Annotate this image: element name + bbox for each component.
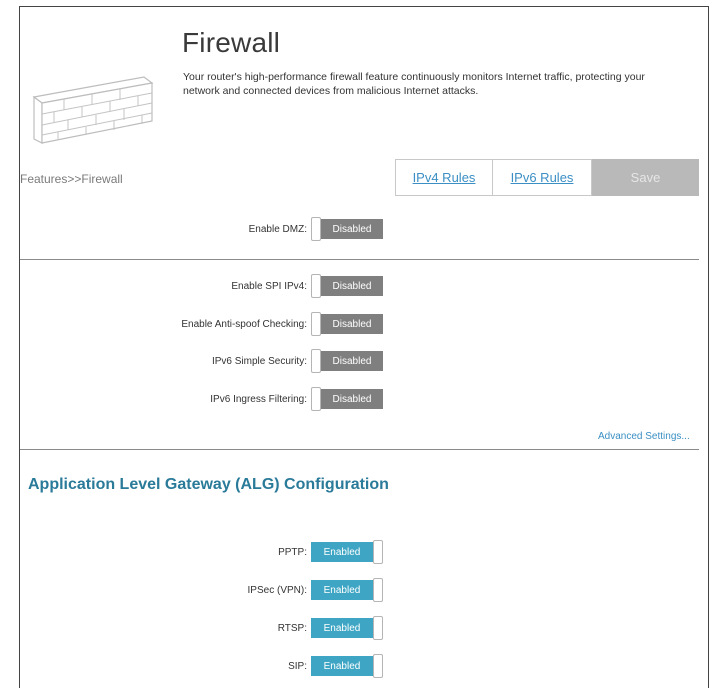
setting-row-ipv6-simple-security: IPv6 Simple Security: Disabled xyxy=(20,349,383,373)
toggle-state: Enabled xyxy=(311,542,373,562)
toggle-knob xyxy=(373,540,383,564)
alg-row-ipsec: IPSec (VPN): Enabled xyxy=(20,578,383,602)
section-divider xyxy=(20,259,699,260)
pptp-label: PPTP: xyxy=(278,546,307,558)
toggle-knob xyxy=(311,387,321,411)
toggle-state: Disabled xyxy=(321,276,383,296)
toggle-state: Enabled xyxy=(311,656,373,676)
breadcrumb[interactable]: Features>>Firewall xyxy=(20,172,123,186)
toggle-knob xyxy=(311,349,321,373)
page-title: Firewall xyxy=(182,27,281,58)
rtsp-label: RTSP: xyxy=(277,622,307,634)
alg-row-rtsp: RTSP: Enabled xyxy=(20,616,383,640)
toggle-state: Disabled xyxy=(321,389,383,409)
toggle-state: Disabled xyxy=(321,219,383,239)
sip-toggle[interactable]: Enabled xyxy=(311,654,383,678)
toggle-knob xyxy=(373,654,383,678)
toggle-knob xyxy=(311,274,321,298)
save-button[interactable]: Save xyxy=(592,159,699,196)
setting-row-dmz: Enable DMZ: Disabled xyxy=(20,217,383,241)
advanced-settings-link[interactable]: Advanced Settings... xyxy=(598,431,690,442)
ipv6-ingress-filtering-label: IPv6 Ingress Filtering: xyxy=(210,393,307,405)
ipsec-label: IPSec (VPN): xyxy=(247,584,307,596)
spi-ipv4-toggle[interactable]: Disabled xyxy=(311,274,383,298)
dmz-label: Enable DMZ: xyxy=(248,223,307,235)
ipv6-simple-security-label: IPv6 Simple Security: xyxy=(211,355,307,367)
rtsp-toggle[interactable]: Enabled xyxy=(311,616,383,640)
section-divider xyxy=(20,449,699,450)
alg-section-title: Application Level Gateway (ALG) Configur… xyxy=(28,476,389,493)
ipv6-rules-button[interactable]: IPv6 Rules xyxy=(492,159,592,196)
toggle-knob xyxy=(373,578,383,602)
anti-spoof-toggle[interactable]: Disabled xyxy=(311,312,383,336)
ipv6-ingress-filtering-toggle[interactable]: Disabled xyxy=(311,387,383,411)
firewall-page: Firewall Your router's high-performance … xyxy=(19,6,709,688)
ipv6-simple-security-toggle[interactable]: Disabled xyxy=(311,349,383,373)
spi-ipv4-label: Enable SPI IPv4: xyxy=(231,280,307,292)
anti-spoof-label: Enable Anti-spoof Checking: xyxy=(181,318,307,330)
setting-row-anti-spoof: Enable Anti-spoof Checking: Disabled xyxy=(20,312,383,336)
sip-label: SIP: xyxy=(288,660,307,672)
toggle-knob xyxy=(373,616,383,640)
ipv4-rules-button[interactable]: IPv4 Rules xyxy=(395,159,493,196)
toggle-state: Enabled xyxy=(311,618,373,638)
toggle-knob xyxy=(311,312,321,336)
toggle-state: Disabled xyxy=(321,314,383,334)
alg-row-sip: SIP: Enabled xyxy=(20,654,383,678)
dmz-toggle[interactable]: Disabled xyxy=(311,217,383,241)
setting-row-spi-ipv4: Enable SPI IPv4: Disabled xyxy=(20,274,383,298)
brick-wall-icon xyxy=(32,76,154,144)
setting-row-ipv6-ingress-filtering: IPv6 Ingress Filtering: Disabled xyxy=(20,387,383,411)
toggle-state: Enabled xyxy=(311,580,373,600)
toggle-knob xyxy=(311,217,321,241)
toggle-state: Disabled xyxy=(321,351,383,371)
ipsec-toggle[interactable]: Enabled xyxy=(311,578,383,602)
page-description: Your router's high-performance firewall … xyxy=(183,71,645,97)
pptp-toggle[interactable]: Enabled xyxy=(311,540,383,564)
alg-row-pptp: PPTP: Enabled xyxy=(20,540,383,564)
